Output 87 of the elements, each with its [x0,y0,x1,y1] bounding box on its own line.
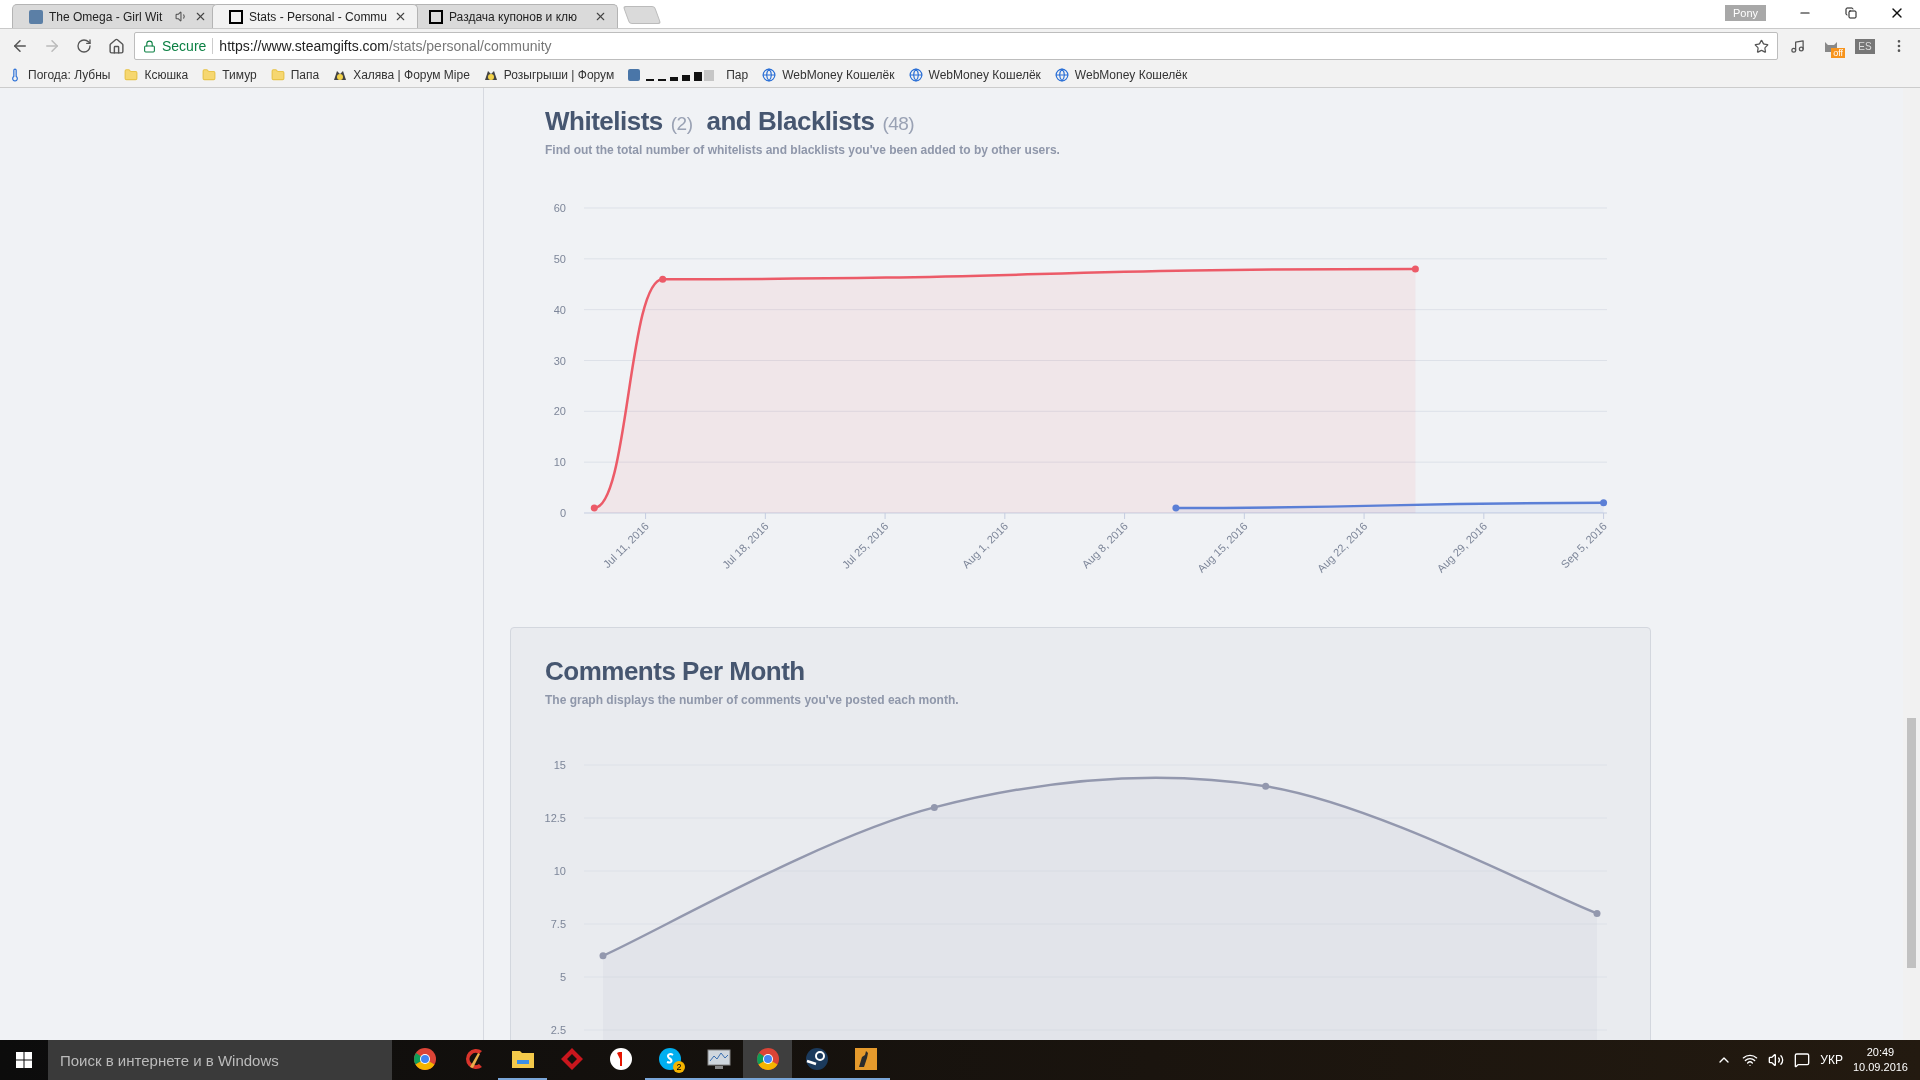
restore-icon [1845,7,1857,19]
axis-label: 50 [553,252,566,265]
secure-label: Secure [162,38,207,54]
bookmark-item[interactable]: WebMoney Кошелёк [908,68,1041,82]
section-title: and Blacklists [706,106,875,137]
axis-label: 5 [559,971,566,983]
axis-label: 2.5 [550,1024,566,1036]
game-icon [853,1047,878,1071]
section-title: Comments Per Month [545,656,805,687]
axis-label: 7.5 [550,918,566,930]
browser-tab[interactable]: Stats - Personal - Commu [212,4,418,28]
music-note-icon [1789,38,1805,54]
skype-icon [657,1047,682,1071]
globe-icon [1054,68,1069,82]
search-field[interactable]: Поиск в интернете и в Windows [48,1040,392,1080]
clock[interactable]: 20:49 10.09.2016 [1852,1045,1908,1075]
globe-icon [762,68,777,82]
data-point [1600,499,1608,507]
folder-icon [510,1048,535,1070]
scrollbar[interactable] [1903,88,1920,1040]
home-icon [107,37,125,55]
bookmark-item[interactable]: Розыгрыши | Форум [483,68,615,82]
close-icon[interactable] [194,10,207,23]
folder-icon [202,68,217,82]
bookmark-star-icon[interactable] [1754,38,1769,54]
axis-label: 10 [553,456,566,469]
data-point [1593,909,1601,917]
notification-icon[interactable] [1794,1052,1811,1068]
bookmark-item[interactable]: Папа [270,68,320,82]
tab-title: Раздача купонов и клю [449,9,579,24]
axis-label: 20 [553,405,566,418]
data-point [1411,265,1419,273]
data-point [1262,782,1270,790]
reload-icon [76,38,92,54]
data-point [590,504,598,512]
data-point [1172,504,1180,512]
speaker-icon[interactable] [1768,1052,1785,1068]
axis-label: 60 [553,202,566,214]
close-icon[interactable] [394,10,407,23]
page-icon [429,9,443,24]
bookmark-item[interactable]: WebMoney Кошелёк [762,68,895,82]
section-title: Whitelists [545,106,663,137]
tab-title: The Omega - Girl Wit [49,9,164,24]
yandex-icon [608,1047,633,1071]
notification-badge: 2 [673,1061,685,1073]
page-icon [229,9,243,24]
title-count: (48) [882,113,915,135]
chrome-icon [412,1047,437,1071]
axis-label: 15 [553,759,566,771]
section-description: Find out the total number of whitelists and blacklists you've been added to by other users. [545,143,1061,157]
folder-icon [270,68,285,82]
data-point [599,952,607,960]
page-icon [29,9,43,24]
taskbar-app-button[interactable]: 2 [645,1040,694,1080]
axis-label: 30 [553,354,566,367]
section-description: The graph displays the number of comments you've posted each month. [545,693,960,707]
folder-icon [124,68,139,82]
bookmark-item[interactable]: Ксюшка [124,68,189,82]
close-icon[interactable] [594,10,607,23]
bookmark-item[interactable]: Халява | Форум Mipe [333,68,470,82]
forward-arrow-icon [43,37,61,55]
wifi-icon[interactable] [1742,1052,1759,1068]
axis-label: 10 [553,865,566,877]
axis-label: 12.5 [544,812,566,824]
language-indicator[interactable]: УКР [1820,1053,1843,1067]
tab-title: Stats - Personal - Commu [249,9,388,24]
bookmark-item[interactable]: Тимур [202,68,257,82]
bookmark-item[interactable]: Пар [628,68,749,82]
data-point [659,275,667,283]
title-count: (2) [670,113,693,135]
lock-icon [143,39,156,53]
data-point [930,803,938,811]
monitor-icon [706,1048,731,1070]
steam-icon [804,1047,829,1071]
axis-label: 0 [559,507,566,519]
bookmark-item[interactable]: WebMoney Кошелёк [1054,68,1188,82]
mascot-icon [333,68,348,82]
globe-icon [908,68,923,82]
windows-icon [16,1052,32,1068]
url-text: https://www.steamgifts.com/stats/personal/community [219,38,553,54]
mascot-icon [483,68,498,82]
taskbar-app-button[interactable] [743,1040,792,1080]
bookmark-item[interactable]: Погода: Лубны [8,68,111,82]
axis-label: 40 [553,303,566,316]
address-bar[interactable]: Secure https://www.steamgifts.com/stats/personal/community [134,32,1778,60]
diamond-icon [559,1047,584,1071]
chrome-icon [755,1047,780,1071]
